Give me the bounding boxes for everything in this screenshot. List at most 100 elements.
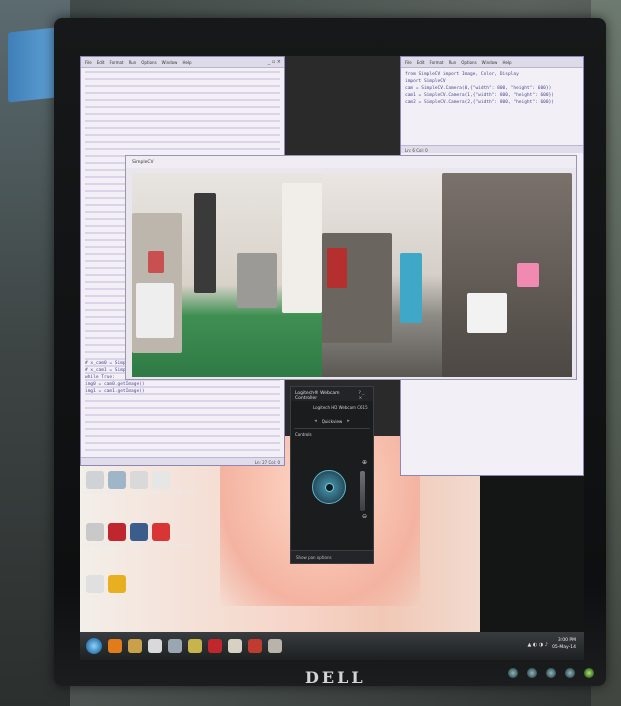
pink-item bbox=[517, 263, 539, 287]
clock-time[interactable]: 3:00 PM bbox=[552, 637, 576, 644]
tripod bbox=[194, 193, 216, 293]
menu-item[interactable]: Options bbox=[461, 60, 476, 67]
monitor-screen: HP Deskjet 2050 series Icons Google Postgre… bbox=[80, 56, 584, 660]
folder-icon bbox=[108, 471, 126, 489]
dpad-center-button[interactable] bbox=[325, 483, 334, 492]
controller-title: Logitech® Webcam Controller bbox=[295, 391, 340, 401]
white-box bbox=[467, 293, 507, 333]
menu-item[interactable]: Help bbox=[502, 60, 511, 67]
paint-icon[interactable] bbox=[228, 639, 242, 653]
code-line[interactable]: img1 = cam1.getImage() bbox=[85, 388, 280, 395]
zoom-in-icon[interactable]: ⊕ bbox=[362, 459, 367, 466]
blue-box bbox=[8, 27, 56, 103]
camera-feed-1 bbox=[132, 173, 322, 377]
doorway bbox=[282, 183, 322, 313]
webcam-icon bbox=[86, 523, 104, 541]
menu-item[interactable]: Run bbox=[449, 60, 457, 67]
mode-selector[interactable]: ◂ Quickview ▸ bbox=[291, 414, 373, 428]
editor-menubar: File Edit Format Run Options Window Help bbox=[81, 57, 284, 68]
monitor-button[interactable] bbox=[508, 668, 518, 678]
editor-status: Ln: 6 Col: 0 bbox=[401, 145, 583, 153]
menu-item[interactable]: Format bbox=[429, 60, 443, 67]
show-pan-options-link[interactable]: Show pan options bbox=[291, 550, 373, 563]
window-title: SimpleCV bbox=[126, 156, 576, 168]
printer-icon bbox=[86, 471, 104, 489]
red-chair bbox=[327, 248, 347, 288]
mendeley-icon bbox=[108, 523, 126, 541]
code-line[interactable]: cam = SimpleCV.Camera(0,{"width": 800, "… bbox=[405, 85, 579, 92]
camera-feed-2 bbox=[322, 173, 572, 377]
misc-icon[interactable] bbox=[268, 639, 282, 653]
dell-logo: DELL bbox=[305, 668, 366, 687]
java-icon bbox=[130, 523, 148, 541]
download-icon bbox=[152, 523, 170, 541]
code-line[interactable]: img0 = cam0.getImage() bbox=[85, 381, 280, 388]
cluttered-shelf bbox=[442, 173, 572, 377]
chrome-icon bbox=[130, 471, 148, 489]
menu-item[interactable]: Options bbox=[141, 60, 156, 67]
media-player-icon[interactable] bbox=[108, 639, 122, 653]
controls-section-label: Controls bbox=[295, 432, 312, 437]
pan-tilt-dpad[interactable] bbox=[312, 470, 346, 504]
desktop-icon-label: TSG Vista Downloader bbox=[148, 542, 193, 547]
desktop-icon-label: PostgreSQL RGBP Suite bbox=[148, 490, 195, 495]
tray-icons[interactable]: ▲ ◐ ◑ ♪ bbox=[527, 642, 548, 649]
monitor-buttons bbox=[508, 668, 594, 678]
start-orb-icon[interactable] bbox=[86, 638, 102, 654]
clock-date[interactable]: 05-May-14 bbox=[552, 644, 576, 651]
controller-header: Logitech® Webcam Controller ? _ × bbox=[291, 387, 373, 401]
camera-name[interactable]: Logitech HD Webcam C615 bbox=[291, 401, 373, 414]
robot-base bbox=[237, 253, 277, 308]
camera-preview-window[interactable]: SimpleCV bbox=[125, 155, 577, 380]
db-icon bbox=[152, 471, 170, 489]
desktop-icon-label: smiley bbox=[110, 594, 124, 599]
menu-item[interactable]: Edit bbox=[417, 60, 425, 67]
editor-menubar: File Edit Format Run Options Window Help bbox=[401, 57, 583, 68]
menu-item[interactable]: Window bbox=[162, 60, 178, 67]
zoom-slider[interactable] bbox=[360, 471, 365, 511]
explorer-icon[interactable] bbox=[128, 639, 142, 653]
monitor-button[interactable] bbox=[546, 668, 556, 678]
desktop-icon[interactable]: TSG Vista Downloader bbox=[148, 523, 193, 547]
webcam-controller-panel[interactable]: Logitech® Webcam Controller ? _ × Logite… bbox=[290, 386, 374, 564]
controller-window-controls[interactable]: ? _ × bbox=[358, 391, 369, 401]
menu-item[interactable]: Help bbox=[182, 60, 191, 67]
desktop-icons: HP Deskjet 2050 series Icons Google Postgre… bbox=[82, 471, 195, 636]
camera-feeds bbox=[132, 173, 572, 377]
opera-icon[interactable] bbox=[208, 639, 222, 653]
editor-status: Ln: 27 Col: 0 bbox=[81, 457, 284, 465]
menu-item[interactable]: File bbox=[85, 60, 92, 67]
wallpaper-dark-area bbox=[480, 476, 584, 656]
code-line[interactable]: import SimpleCV bbox=[405, 78, 579, 85]
menu-item[interactable]: File bbox=[405, 60, 412, 67]
taskbar: ▲ ◐ ◑ ♪ 3:00 PM 05-May-14 bbox=[80, 632, 584, 660]
chevron-right-icon[interactable]: ▸ bbox=[347, 418, 350, 424]
pdf-icon[interactable] bbox=[248, 639, 262, 653]
power-button[interactable] bbox=[584, 668, 594, 678]
monitor-button[interactable] bbox=[527, 668, 537, 678]
shelf-boxes bbox=[136, 283, 174, 338]
zoom-out-icon[interactable]: ⊖ bbox=[362, 513, 367, 520]
red-object bbox=[148, 251, 164, 273]
webcam-taskbar-icon[interactable] bbox=[168, 639, 182, 653]
editor-code[interactable]: from SimpleCV import Image, Color, Displ… bbox=[401, 68, 583, 109]
chevron-left-icon[interactable]: ◂ bbox=[314, 418, 317, 424]
code-line[interactable]: cam2 = SimpleCV.Camera(2,{"width": 800, … bbox=[405, 99, 579, 106]
menu-item[interactable]: Edit bbox=[97, 60, 105, 67]
doc-icon bbox=[86, 575, 104, 593]
blue-jacket bbox=[400, 253, 422, 323]
desktop-icon[interactable]: PostgreSQL RGBP Suite bbox=[148, 471, 195, 495]
mode-label: Quickview bbox=[321, 418, 343, 424]
monitor-button[interactable] bbox=[565, 668, 575, 678]
menu-item[interactable]: Format bbox=[109, 60, 123, 67]
photo-scene: HP Deskjet 2050 series Icons Google Postgre… bbox=[0, 0, 621, 706]
system-tray: ▲ ◐ ◑ ♪ 3:00 PM 05-May-14 bbox=[527, 637, 576, 651]
menu-item[interactable]: Run bbox=[129, 60, 137, 67]
window-controls[interactable]: _ ▫ × bbox=[268, 59, 281, 65]
menu-item[interactable]: Window bbox=[482, 60, 498, 67]
chrome-icon[interactable] bbox=[148, 639, 162, 653]
code-line[interactable]: from SimpleCV import Image, Color, Displ… bbox=[405, 71, 579, 78]
python-icon[interactable] bbox=[188, 639, 202, 653]
desktop-icon[interactable]: smiley bbox=[104, 575, 130, 599]
code-line[interactable]: cam1 = SimpleCV.Camera(1,{"width": 800, … bbox=[405, 92, 579, 99]
